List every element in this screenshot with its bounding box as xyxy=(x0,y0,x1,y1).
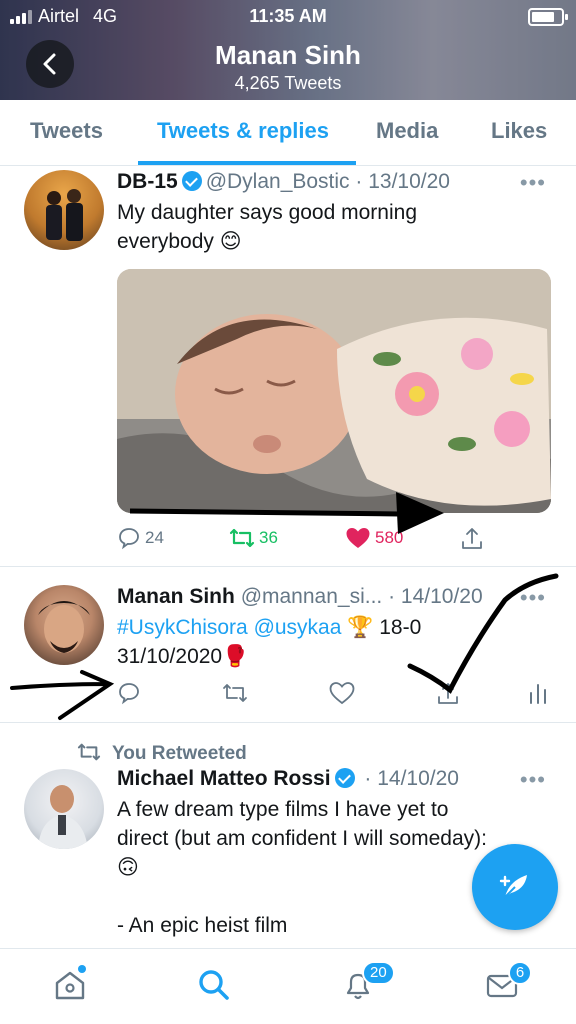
analytics-button[interactable] xyxy=(527,681,549,705)
tweet-text: #UsykChisora @usykaa 🏆 18-0 31/10/2020🥊 xyxy=(117,613,557,671)
share-button[interactable] xyxy=(459,526,485,552)
avatar[interactable] xyxy=(24,170,104,250)
tab-media[interactable]: Media xyxy=(376,118,438,144)
tweet-text-line: A few dream type films I have yet to xyxy=(117,798,449,821)
tweet-text-line: My daughter says good morning xyxy=(117,201,417,224)
tweet-date[interactable]: 14/10/20 xyxy=(377,767,459,790)
profile-tabs: Tweets Tweets & replies Media Likes xyxy=(0,100,576,166)
retweet-button[interactable]: 36 xyxy=(229,526,278,550)
more-options-icon[interactable]: ••• xyxy=(520,170,546,196)
tweet-actions xyxy=(117,681,557,709)
tweet-text-line: everybody 😊 xyxy=(117,230,242,253)
compose-feather-icon xyxy=(499,875,527,899)
retweet-icon xyxy=(223,684,247,702)
retweet-icon xyxy=(229,528,255,548)
tweet-text-line: #UsykChisora @usykaa 🏆 18-0 xyxy=(117,613,557,642)
tweet-header: Michael Matteo Rossi · 14/10/20 xyxy=(117,767,459,790)
avatar[interactable] xyxy=(24,585,104,665)
nav-messages[interactable]: 6 xyxy=(484,961,532,1007)
nav-search[interactable] xyxy=(196,967,236,1007)
nav-home[interactable] xyxy=(52,965,92,1007)
active-tab-indicator xyxy=(138,161,356,165)
avatar-image xyxy=(38,785,88,849)
baby-photo-image xyxy=(117,269,551,513)
battery-icon xyxy=(528,8,568,26)
retweet-button[interactable] xyxy=(222,681,248,705)
reply-count: 24 xyxy=(145,528,164,547)
tweet-actions: 24 36 580 xyxy=(117,526,557,554)
tweet-card[interactable]: DB-15 @Dylan_Bostic · 13/10/20 ••• My dau… xyxy=(0,166,576,567)
nav-notifications[interactable]: 20 xyxy=(340,961,395,1007)
avatar-image xyxy=(38,601,90,653)
tweet-header: DB-15 @Dylan_Bostic · 13/10/20 xyxy=(117,170,450,193)
clock: 11:35 AM xyxy=(249,6,327,26)
tweet-text-fragment: 🏆 18-0 xyxy=(347,616,422,639)
avatar[interactable] xyxy=(24,769,104,849)
compose-tweet-button[interactable] xyxy=(472,844,558,930)
handle[interactable]: @Dylan_Bostic xyxy=(206,170,350,193)
display-name[interactable]: Manan Sinh xyxy=(117,585,235,608)
reply-icon xyxy=(119,528,139,550)
like-button[interactable]: 580 xyxy=(345,526,403,550)
retweet-context: You Retweeted xyxy=(76,741,247,765)
reply-button[interactable]: 24 xyxy=(117,526,164,550)
mention-link[interactable]: @usykaa xyxy=(254,616,342,639)
like-count: 580 xyxy=(375,528,404,547)
more-options-icon[interactable]: ••• xyxy=(520,585,546,611)
tab-tweets[interactable]: Tweets xyxy=(30,118,103,144)
tweet-text: My daughter says good morning everybody … xyxy=(117,198,557,256)
tab-tweets-replies[interactable]: Tweets & replies xyxy=(157,118,329,144)
display-name[interactable]: DB-15 xyxy=(117,170,178,193)
retweet-icon xyxy=(77,743,101,761)
reply-button[interactable] xyxy=(117,681,141,705)
tweet-header: Manan Sinh @mannan_si... · 14/10/20 xyxy=(117,585,483,608)
tweet-count: 4,265 Tweets xyxy=(234,73,342,93)
heart-filled-icon xyxy=(346,528,370,548)
heart-icon xyxy=(329,682,355,705)
verified-badge-icon xyxy=(334,768,355,788)
profile-header: Airtel 4G 11:35 AM Manan Sinh 4,265 Twee… xyxy=(0,0,576,100)
share-icon xyxy=(438,683,458,704)
profile-name: Manan Sinh xyxy=(215,40,361,70)
search-icon xyxy=(199,970,229,1000)
more-options-icon[interactable]: ••• xyxy=(520,767,546,793)
avatar-image xyxy=(46,189,83,241)
share-icon xyxy=(462,528,482,549)
verified-badge-icon xyxy=(181,171,202,191)
tweet-card[interactable]: Manan Sinh @mannan_si... · 14/10/20 ••• … xyxy=(0,567,576,723)
retweet-count: 36 xyxy=(259,528,278,547)
tab-likes[interactable]: Likes xyxy=(491,118,547,144)
tweet-text-line: direct (but am confident I will someday)… xyxy=(117,827,487,850)
handle[interactable]: @mannan_si... xyxy=(241,585,383,608)
display-name[interactable]: Michael Matteo Rossi xyxy=(117,767,331,790)
hashtag-link[interactable]: #UsykChisora xyxy=(117,616,248,639)
reply-icon xyxy=(119,683,139,705)
tweet-date[interactable]: 13/10/20 xyxy=(368,170,450,193)
tweet-date[interactable]: 14/10/20 xyxy=(401,585,483,608)
home-unread-dot xyxy=(78,965,86,973)
tweet-photo[interactable] xyxy=(117,269,551,513)
share-button[interactable] xyxy=(435,681,461,707)
tweet-text-line: 31/10/2020🥊 xyxy=(117,645,249,668)
retweet-context-label: You Retweeted xyxy=(112,743,247,764)
status-bar: Airtel 4G 11:35 AM xyxy=(0,0,576,32)
like-button[interactable] xyxy=(329,681,355,705)
notifications-badge: 20 xyxy=(362,961,395,985)
profile-title: Manan Sinh 4,265 Tweets xyxy=(0,40,576,94)
analytics-icon xyxy=(530,684,546,704)
messages-badge: 6 xyxy=(508,961,532,985)
bottom-navigation: 20 6 xyxy=(0,948,576,1024)
